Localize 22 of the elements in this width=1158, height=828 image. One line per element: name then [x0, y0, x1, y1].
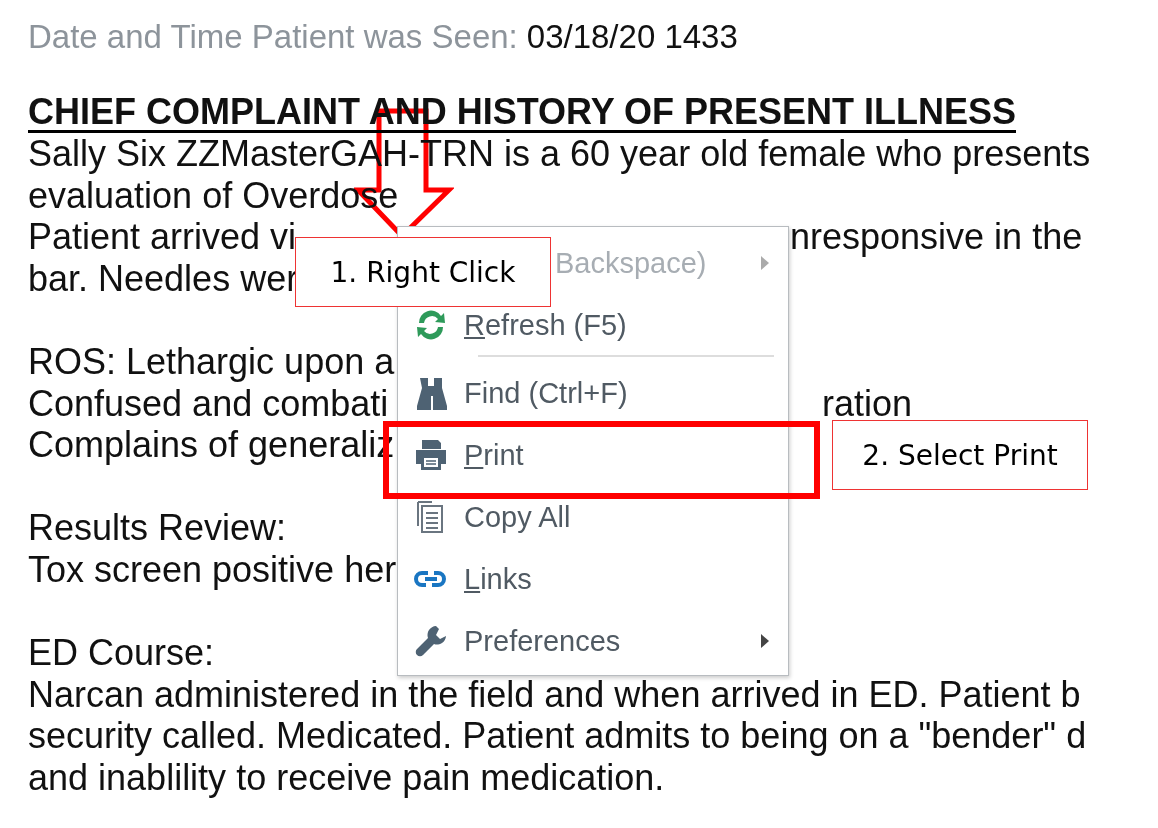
link-icon	[413, 568, 449, 590]
note-text: ROS: Lethargic upon a	[28, 340, 395, 382]
menu-item[interactable]: Preferences	[398, 610, 788, 672]
note-text: security called. Medicated. Patient admits to being on a "bender" d	[28, 715, 1087, 757]
note-text: Confused and combati	[28, 382, 389, 424]
callout-label: 2. Select Print	[832, 420, 1088, 490]
callout-label: 1. Right Click	[295, 237, 551, 307]
menu-item[interactable]: Find (Ctrl+F)	[398, 362, 788, 424]
note-text: Results Review:	[28, 507, 287, 549]
note-text: nresponsive in the	[790, 216, 1083, 258]
wrench-icon	[414, 624, 448, 658]
note-text: Narcan administered in the field and when arrived in ED. Patient b	[28, 673, 1081, 715]
note-text: Patient arrived vi	[28, 216, 297, 258]
field-value: 03/18/20 1433	[526, 18, 738, 56]
note-text: Tox screen positive her	[28, 548, 397, 590]
menu-item[interactable]: Links	[398, 548, 788, 610]
note-text: and inablility to receive pain medication.	[28, 756, 665, 798]
menu-item[interactable]: Copy All	[398, 486, 788, 548]
field-label: Date and Time Patient was Seen:	[28, 18, 518, 56]
menu-item[interactable]: Print	[398, 424, 788, 486]
note-text: ED Course:	[28, 632, 215, 674]
printer-icon	[413, 437, 449, 473]
